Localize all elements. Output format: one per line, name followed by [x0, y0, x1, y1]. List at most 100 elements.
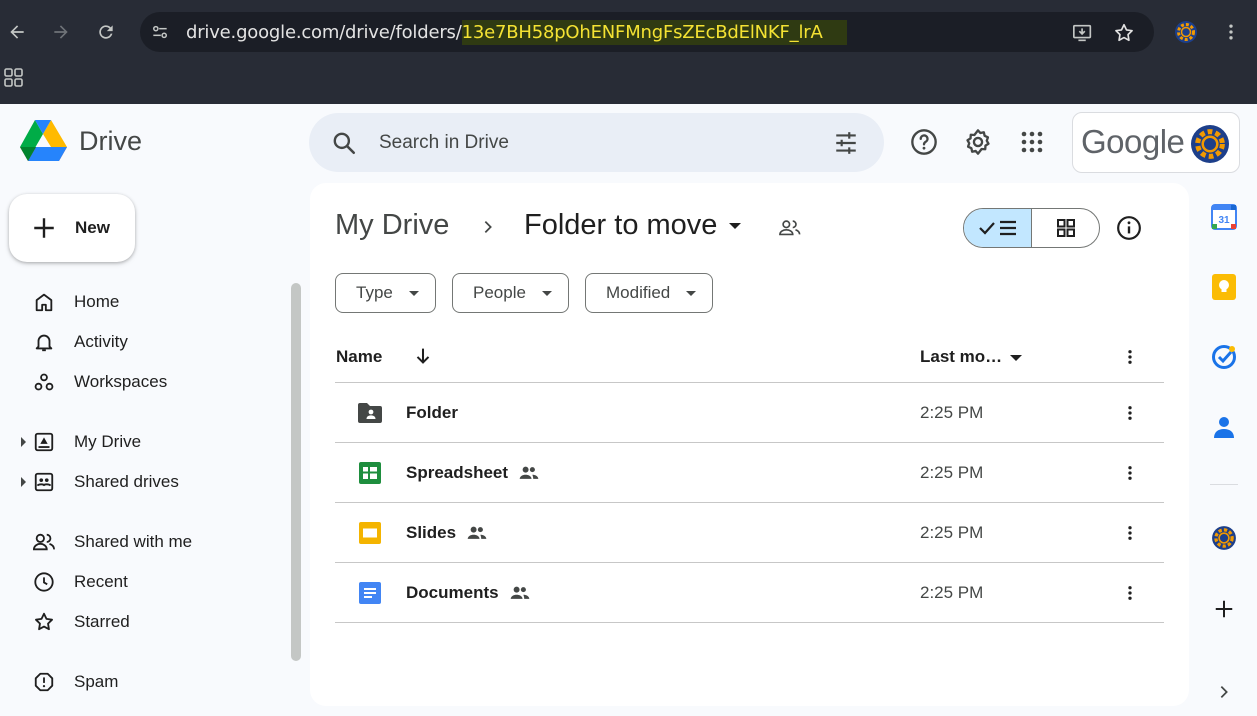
sidebar-item-label: Workspaces	[74, 372, 168, 391]
table-row[interactable]: Folder 2:25 PM	[335, 383, 1164, 443]
browser-menu-button[interactable]	[1215, 16, 1247, 48]
sidebar-item-label: My Drive	[74, 432, 142, 451]
sidebar-item-shared-with-me[interactable]: Shared with me	[0, 524, 290, 560]
filter-modified[interactable]: Modified	[585, 273, 714, 313]
tasks-app-button[interactable]	[1210, 343, 1238, 371]
filter-label: Modified	[606, 283, 671, 302]
column-header-name[interactable]: Name	[336, 347, 382, 367]
url-text[interactable]: drive.google.com/drive/folders/13e7BH58p…	[186, 20, 847, 45]
filter-people[interactable]: People	[452, 273, 569, 313]
sidebar-scrollbar[interactable]	[291, 283, 301, 661]
table-row[interactable]: Slides 2:25 PM	[335, 503, 1164, 563]
sidebar-item-activity[interactable]: Activity	[0, 324, 290, 360]
calendar-app-button[interactable]: 31	[1210, 203, 1238, 231]
row-more-button[interactable]	[1118, 461, 1142, 485]
file-name-group: Spreadsheet	[406, 463, 540, 483]
search-icon[interactable]	[331, 130, 357, 156]
sidebar-item-spam[interactable]: Spam	[0, 664, 290, 700]
show-side-panel-button[interactable]	[1210, 678, 1238, 706]
bookmarks-apps-button[interactable]	[4, 68, 24, 93]
sidebar-item-starred[interactable]: Starred	[0, 604, 290, 640]
google-apps-button[interactable]	[1016, 126, 1048, 158]
tasks-icon	[1212, 345, 1236, 369]
sidebar-item-shared-drives[interactable]: Shared drives	[0, 464, 290, 500]
info-icon[interactable]	[1116, 215, 1142, 241]
sidebar-item-label: Shared drives	[74, 472, 179, 491]
apps-grid-icon	[4, 68, 23, 87]
extension-app-button[interactable]	[1210, 524, 1238, 552]
docs-icon	[357, 581, 383, 605]
modified-time: 2:25 PM	[920, 523, 984, 542]
column-header-last-modified[interactable]: Last mo…	[920, 347, 1023, 367]
table-row[interactable]: Spreadsheet 2:25 PM	[335, 443, 1164, 503]
sidebar-item-my-drive[interactable]: My Drive	[0, 424, 290, 460]
more-vert-icon	[1229, 24, 1233, 40]
row-more-button[interactable]	[1118, 521, 1142, 545]
sheets-icon	[357, 461, 383, 485]
settings-button[interactable]	[962, 126, 994, 158]
chevron-right-icon	[484, 221, 492, 233]
search-bar[interactable]	[309, 113, 884, 172]
new-button[interactable]: New	[9, 194, 135, 262]
breadcrumb-current-folder[interactable]: Folder to move	[524, 209, 742, 242]
table-row[interactable]: Documents 2:25 PM	[335, 563, 1164, 623]
list-view-button[interactable]	[964, 209, 1032, 247]
arrow-left-icon	[10, 25, 24, 39]
profile-button[interactable]	[1170, 16, 1202, 48]
search-options-icon[interactable]	[833, 130, 859, 156]
get-addons-button[interactable]	[1210, 595, 1238, 623]
more-vert-icon	[1128, 406, 1132, 420]
apps-icon	[1021, 131, 1043, 153]
reload-button[interactable]	[90, 16, 122, 48]
grid-view-button[interactable]	[1032, 209, 1099, 247]
main-panel: My Drive Folder to move Type People Modi…	[310, 183, 1189, 706]
column-options-button[interactable]	[1118, 345, 1142, 369]
contacts-app-button[interactable]	[1210, 413, 1238, 441]
sidebar-item-workspaces[interactable]: Workspaces	[0, 364, 290, 400]
add-icon	[1215, 600, 1233, 618]
star-icon	[32, 610, 56, 634]
plus-icon	[34, 218, 54, 238]
calendar-icon: 31	[1211, 204, 1237, 230]
extension-gear-icon	[1212, 526, 1236, 550]
row-more-button[interactable]	[1118, 401, 1142, 425]
bookmark-star-icon[interactable]	[1113, 22, 1135, 44]
sort-arrow-down-icon[interactable]	[412, 345, 434, 367]
filter-type[interactable]: Type	[335, 273, 436, 313]
keep-app-button[interactable]	[1210, 273, 1238, 301]
forward-button[interactable]	[45, 16, 77, 48]
sidebar-item-recent[interactable]: Recent	[0, 564, 290, 600]
chevron-right-icon	[1220, 686, 1228, 698]
search-input[interactable]	[379, 123, 799, 163]
folder-menu-caret-icon	[729, 222, 742, 229]
expand-caret-icon[interactable]	[21, 477, 26, 487]
back-button[interactable]	[1, 16, 33, 48]
more-vert-icon	[1128, 466, 1132, 480]
account-button[interactable]: Google	[1072, 112, 1240, 173]
drive-logo-icon	[20, 120, 67, 161]
workspaces-icon	[32, 370, 56, 394]
spam-icon	[32, 670, 56, 694]
install-app-icon[interactable]	[1072, 22, 1094, 44]
site-info-icon[interactable]	[150, 22, 170, 42]
filter-label: People	[473, 283, 526, 302]
breadcrumb-my-drive[interactable]: My Drive	[335, 209, 449, 242]
sidebar-item-home[interactable]: Home	[0, 284, 290, 320]
google-wordmark: Google	[1081, 123, 1185, 160]
address-bar[interactable]: drive.google.com/drive/folders/13e7BH58p…	[140, 12, 1154, 52]
more-vert-icon	[1128, 526, 1132, 540]
file-name: Slides	[406, 523, 457, 542]
column-header-label: Last mo…	[920, 347, 1003, 366]
drive-logo[interactable]: Drive	[20, 120, 142, 162]
row-more-button[interactable]	[1118, 581, 1142, 605]
sidebar-item-label: Recent	[74, 572, 128, 591]
keep-icon	[1212, 274, 1236, 300]
clock-icon	[32, 570, 56, 594]
file-name: Spreadsheet	[406, 463, 509, 482]
expand-caret-icon[interactable]	[21, 437, 26, 447]
support-button[interactable]	[908, 126, 940, 158]
home-icon	[32, 290, 56, 314]
new-label: New	[75, 218, 110, 237]
gear-icon	[966, 129, 990, 155]
shared-people-icon[interactable]	[778, 217, 802, 239]
